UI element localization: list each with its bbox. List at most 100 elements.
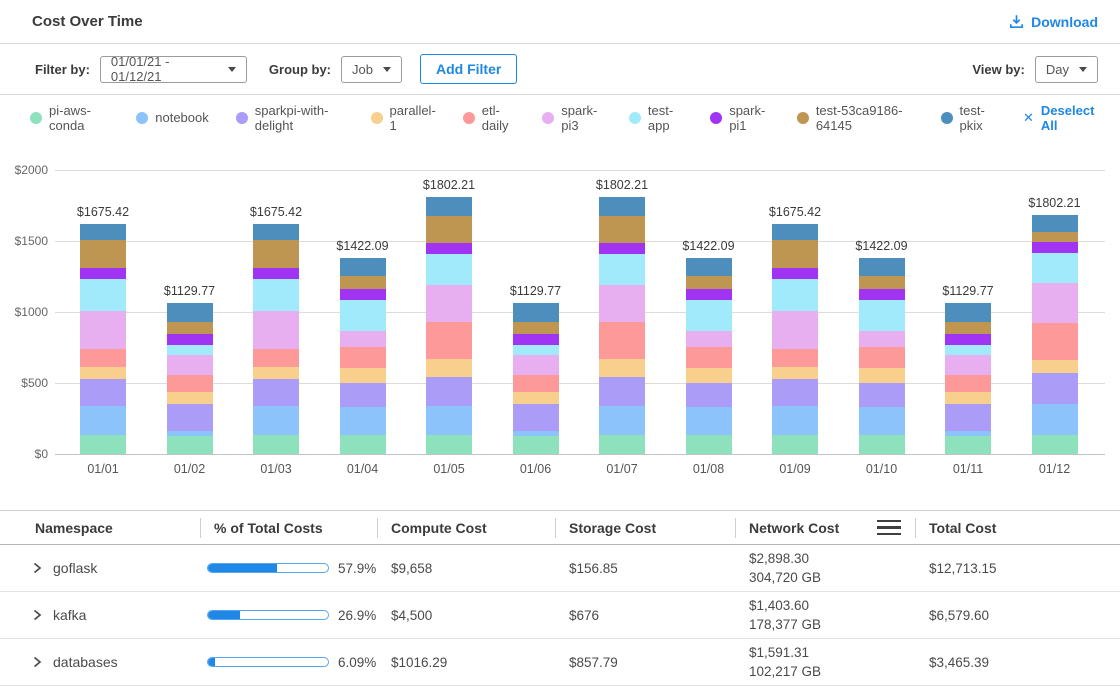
bar-segment-etl-daily — [513, 375, 559, 392]
legend-label: spark-pi3 — [561, 103, 602, 133]
legend-item-test-app[interactable]: test-app — [629, 103, 683, 133]
col-header-network-cost[interactable]: Network Cost — [735, 511, 915, 544]
group-by-value: Job — [352, 62, 373, 77]
col-header-pct-total-costs[interactable]: % of Total Costs — [200, 511, 377, 544]
add-filter-button[interactable]: Add Filter — [420, 54, 517, 84]
bar-segment-test-pkix — [253, 224, 299, 240]
bar-segment-notebook — [426, 406, 472, 435]
legend-item-pi-aws-conda[interactable]: pi-aws-conda — [30, 103, 109, 133]
bar-total-label: $1422.09 — [837, 239, 927, 253]
bar-segment-parallel-1 — [513, 392, 559, 404]
bar-segment-parallel-1 — [253, 367, 299, 379]
bar-segment-pi-aws-conda — [1032, 435, 1078, 454]
legend-item-test-pkix[interactable]: test-pkix — [941, 103, 996, 133]
bar-segment-pi-aws-conda — [426, 435, 472, 454]
bar-segment-spark-pi1 — [253, 268, 299, 279]
x-tick-label: 01/04 — [328, 462, 398, 476]
legend-item-sparkpi-with-delight[interactable]: sparkpi-with-delight — [236, 103, 344, 133]
chevron-right-icon[interactable] — [32, 609, 42, 621]
menu-icon[interactable] — [877, 520, 901, 536]
bar-segment-spark-pi1 — [686, 289, 732, 300]
bar-segment-parallel-1 — [686, 368, 732, 383]
compute-cost-value: $4,500 — [377, 608, 555, 623]
bar-segment-test-53ca9186-64145 — [1032, 232, 1078, 242]
chevron-right-icon[interactable] — [32, 562, 42, 574]
bar-segment-sparkpi-with-delight — [426, 377, 472, 406]
bar-segment-spark-pi3 — [945, 355, 991, 375]
bar-segment-pi-aws-conda — [253, 435, 299, 454]
deselect-all-button[interactable]: ✕ Deselect All — [1023, 103, 1098, 133]
bar-segment-etl-daily — [340, 347, 386, 368]
legend-label: parallel-1 — [390, 103, 436, 133]
group-by-dropdown[interactable]: Job — [341, 56, 402, 83]
bar-segment-test-pkix — [599, 197, 645, 215]
network-cost-value: $2,898.30 — [749, 549, 915, 568]
bar-segment-test-53ca9186-64145 — [167, 322, 213, 334]
bar-segment-etl-daily — [80, 349, 126, 367]
legend-item-test-53ca9186-64145[interactable]: test-53ca9186-64145 — [797, 103, 914, 133]
bar-segment-parallel-1 — [599, 359, 645, 377]
bar-segment-pi-aws-conda — [686, 435, 732, 454]
legend-item-spark-pi1[interactable]: spark-pi1 — [710, 103, 770, 133]
close-icon: ✕ — [1023, 110, 1034, 126]
bar-segment-test-app — [426, 254, 472, 285]
bar-segment-etl-daily — [426, 322, 472, 359]
bar-segment-spark-pi3 — [167, 355, 213, 375]
group-by-label: Group by: — [269, 62, 331, 77]
col-header-namespace[interactable]: Namespace — [0, 511, 200, 544]
chevron-right-icon[interactable] — [32, 656, 42, 668]
network-cost-value: $1,591.31 — [749, 643, 915, 662]
namespace-name: goflask — [53, 560, 97, 576]
download-label: Download — [1031, 14, 1098, 30]
legend-item-parallel-1[interactable]: parallel-1 — [371, 103, 436, 133]
legend-swatch — [236, 112, 248, 124]
bar-segment-pi-aws-conda — [859, 435, 905, 454]
network-cost-cell: $1,403.60 178,377 GB — [735, 596, 915, 634]
chevron-down-icon — [1079, 67, 1087, 72]
x-tick-label: 01/12 — [1020, 462, 1090, 476]
bar-segment-spark-pi3 — [859, 331, 905, 347]
col-header-total-cost[interactable]: Total Cost — [915, 511, 1120, 544]
bar-segment-test-app — [167, 345, 213, 355]
table-row-databases[interactable]: databases 6.09% $1016.29 $857.79 $1,591.… — [0, 639, 1120, 686]
bar-segment-pi-aws-conda — [513, 436, 559, 454]
table-row-kafka[interactable]: kafka 26.9% $4,500 $676 $1,403.60 178,37… — [0, 592, 1120, 639]
bar-segment-sparkpi-with-delight — [1032, 373, 1078, 405]
x-tick-label: 01/03 — [241, 462, 311, 476]
legend-item-etl-daily[interactable]: etl-daily — [463, 103, 515, 133]
bar-segment-etl-daily — [859, 347, 905, 368]
legend-item-notebook[interactable]: notebook — [136, 110, 209, 125]
col-header-storage-cost[interactable]: Storage Cost — [555, 511, 735, 544]
col-header-compute-cost[interactable]: Compute Cost — [377, 511, 555, 544]
bar-segment-sparkpi-with-delight — [686, 383, 732, 407]
download-button[interactable]: Download — [1009, 14, 1098, 30]
table-row-goflask[interactable]: goflask 57.9% $9,658 $156.85 $2,898.30 3… — [0, 545, 1120, 592]
gridline — [55, 241, 1105, 242]
bar-segment-test-pkix — [340, 258, 386, 276]
bar-segment-notebook — [945, 431, 991, 436]
bar-segment-pi-aws-conda — [80, 435, 126, 454]
cost-over-time-page: Cost Over Time Download Filter by: 01/01… — [0, 0, 1120, 687]
table-header-row: Namespace % of Total Costs Compute Cost … — [0, 511, 1120, 545]
bar-segment-etl-daily — [599, 322, 645, 359]
legend-item-spark-pi3[interactable]: spark-pi3 — [542, 103, 602, 133]
cost-over-time-chart: $0$500$1000$1500$2000$1675.4201/01$1129.… — [0, 140, 1120, 470]
namespace-name: kafka — [53, 607, 86, 623]
pct-value: 6.09% — [338, 655, 376, 670]
bar-segment-spark-pi3 — [80, 311, 126, 349]
bar-segment-sparkpi-with-delight — [772, 379, 818, 406]
date-range-dropdown[interactable]: 01/01/21 - 01/12/21 — [100, 56, 247, 83]
bar-segment-parallel-1 — [1032, 360, 1078, 373]
x-tick-label: 01/02 — [155, 462, 225, 476]
x-tick-label: 01/07 — [587, 462, 657, 476]
bar-segment-notebook — [599, 406, 645, 435]
x-tick-label: 01/10 — [847, 462, 917, 476]
chevron-down-icon — [228, 67, 236, 72]
network-cost-cell: $1,591.31 102,217 GB — [735, 643, 915, 681]
bar-segment-spark-pi3 — [772, 311, 818, 349]
bar-segment-test-app — [253, 279, 299, 311]
network-gb-value: 304,720 GB — [749, 568, 915, 587]
bar-segment-spark-pi1 — [426, 243, 472, 254]
view-by-dropdown[interactable]: Day — [1035, 56, 1098, 83]
bar-total-label: $1422.09 — [664, 239, 754, 253]
